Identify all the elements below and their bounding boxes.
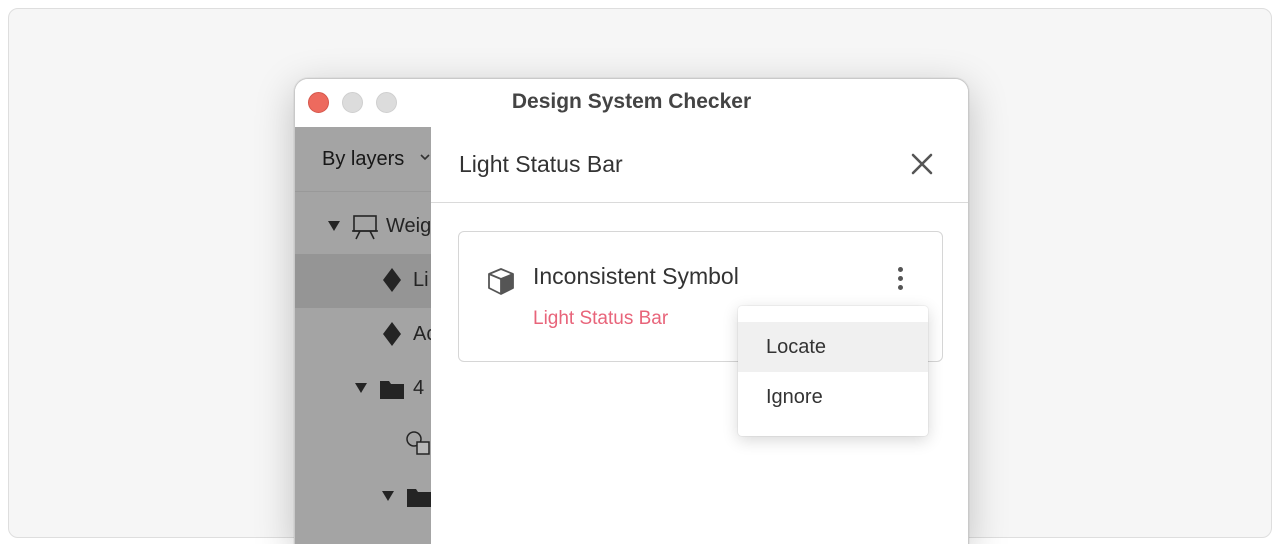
title-bar: Design System Checker (295, 79, 968, 127)
window-title: Design System Checker (511, 90, 752, 113)
issue-layer-link[interactable]: Light Status Bar (533, 308, 668, 330)
box-icon (488, 268, 514, 295)
panel-header: Light Status Bar (431, 127, 968, 203)
panel-title: Light Status Bar (459, 151, 623, 177)
more-options-button[interactable] (887, 264, 915, 294)
context-menu: Locate Ignore (738, 306, 928, 436)
more-dot (898, 267, 903, 272)
sidebar-dim-overlay[interactable] (295, 127, 431, 544)
close-icon[interactable] (909, 151, 935, 177)
menu-item-ignore[interactable]: Ignore (738, 372, 928, 422)
more-dot (898, 276, 903, 281)
issue-title: Inconsistent Symbol (533, 263, 739, 289)
menu-item-locate[interactable]: Locate (738, 322, 928, 372)
more-dot (898, 285, 903, 290)
